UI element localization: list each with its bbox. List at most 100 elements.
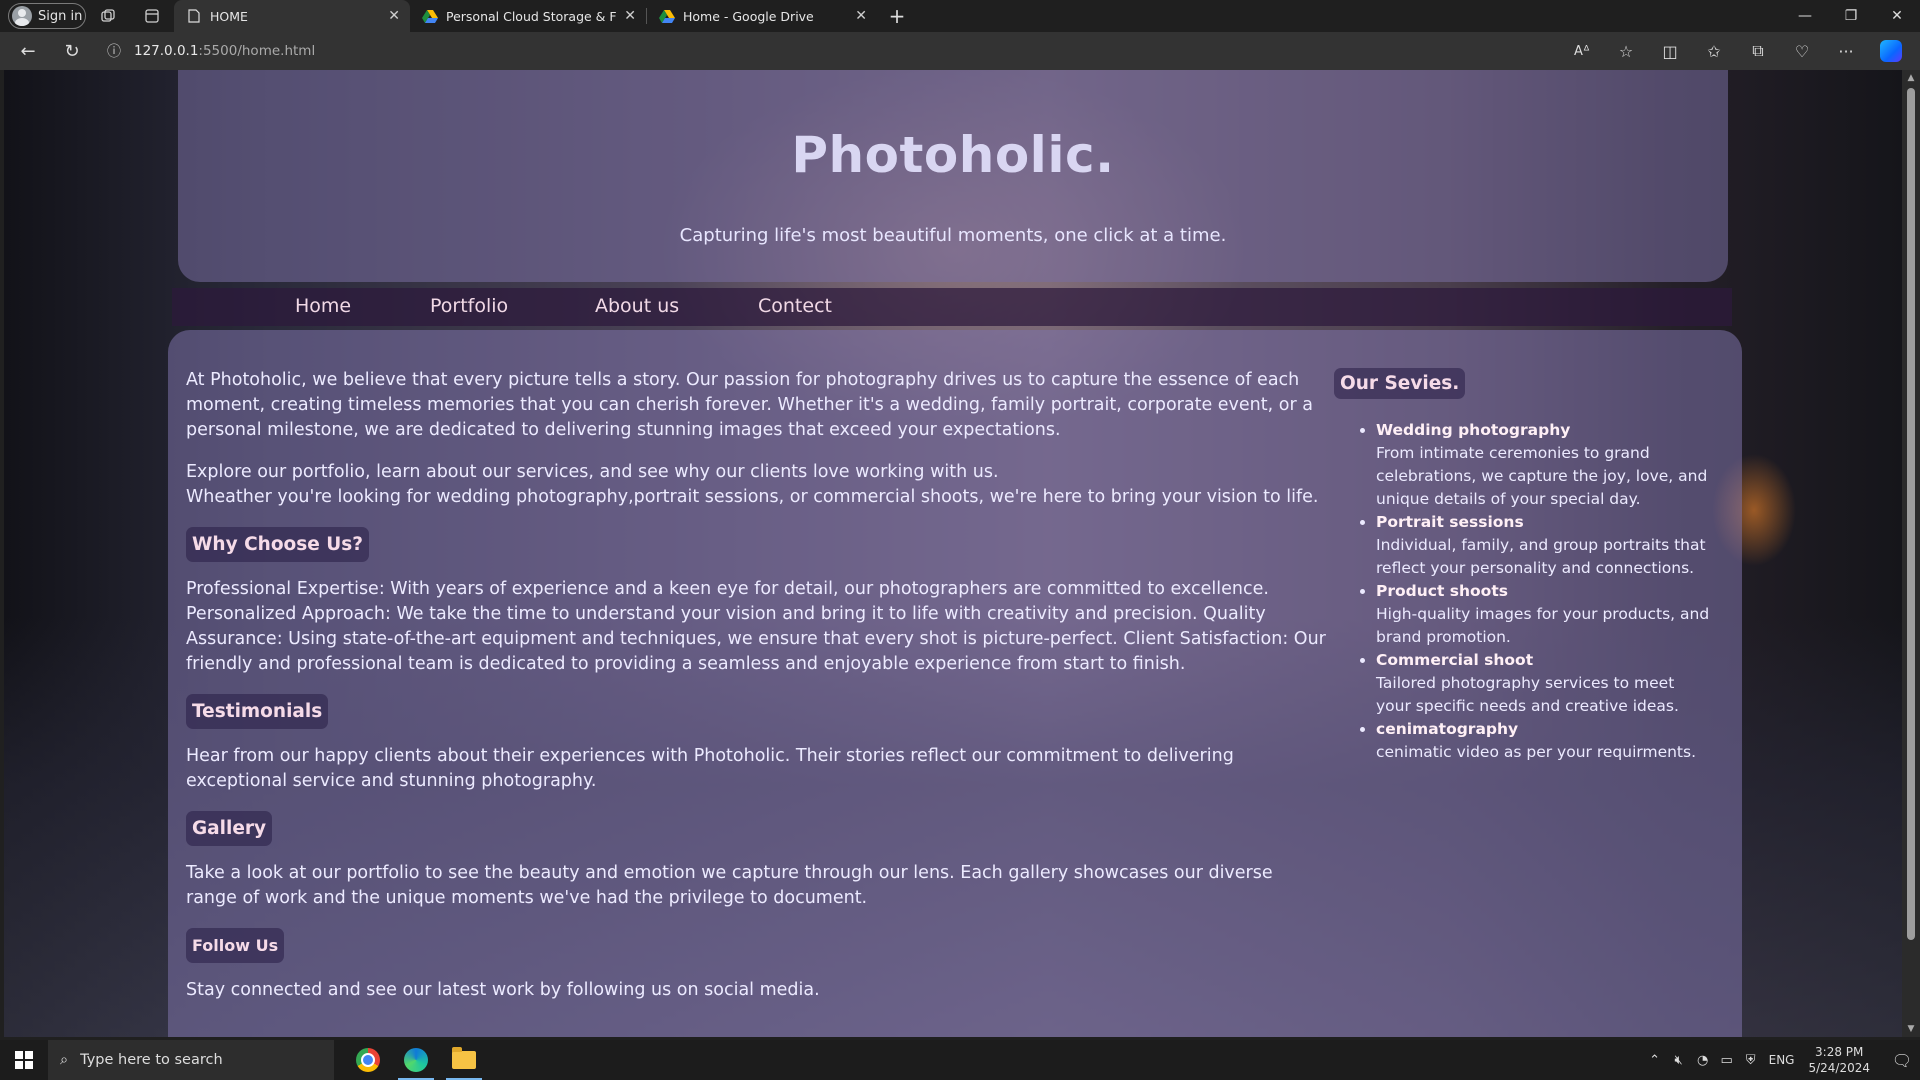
security-icon[interactable]: ⛨ [1739,1053,1763,1068]
site-title: Photoholic. [791,126,1115,184]
service-item: Product shoots High-quality images for yo… [1376,580,1714,649]
service-title: cenimatography [1376,720,1519,738]
close-icon[interactable]: ✕ [388,8,400,24]
edge-icon[interactable] [392,1040,440,1080]
tab-personal-cloud[interactable]: Personal Cloud Storage & File St ✕ [410,0,646,32]
profile-button[interactable]: Sign in [8,3,86,29]
clock-date: 5/24/2024 [1808,1061,1870,1075]
tab-google-drive[interactable]: Home - Google Drive ✕ [647,0,877,32]
service-desc: Individual, family, and group portraits … [1376,536,1706,577]
service-title: Portrait sessions [1376,513,1524,531]
service-item: cenimatography cenimatic video as per you… [1376,718,1714,764]
service-desc: From intimate ceremonies to grand celebr… [1376,444,1708,508]
volume-icon[interactable]: 🔇︎ [1667,1053,1691,1068]
drive-icon [659,8,675,24]
service-item: Commercial shoot Tailored photography ser… [1376,649,1714,718]
minimize-icon[interactable]: — [1782,0,1828,32]
plus-icon[interactable]: + [877,0,917,32]
services-heading: Our Sevies. [1334,368,1466,399]
profile-label: Sign in [38,8,83,24]
extensions-icon[interactable]: ♡ [1780,32,1824,70]
why-heading: Why Choose Us? [186,527,370,562]
favorites-icon[interactable]: ✩ [1692,32,1736,70]
service-desc: Tailored photography services to meet yo… [1376,674,1679,715]
more-icon[interactable]: ··· [1824,32,1868,70]
read-aloud-icon[interactable]: Aᐞ [1560,32,1604,70]
url-field[interactable]: ⓘ 127.0.0.1:5500/home.html [100,36,1520,66]
info-icon[interactable]: ⓘ [100,41,128,61]
page-icon [186,8,202,24]
tab-title: HOME [210,8,248,24]
services-list: Wedding photography From intimate ceremon… [1376,419,1714,764]
chrome-icon[interactable] [344,1040,392,1080]
collections-icon[interactable]: ⧉ [1736,32,1780,70]
taskbar-search[interactable]: ⌕ Type here to search [48,1040,334,1080]
tab-home[interactable]: HOME ✕ [174,0,410,32]
windows-icon[interactable] [0,1040,48,1080]
restore-icon[interactable]: ❐ [1828,0,1874,32]
window-controls: — ❐ ✕ [1782,0,1920,32]
intro-paragraph-2: Explore our portfolio, learn about our s… [186,460,1326,510]
chevron-up-icon[interactable]: ⌃ [1643,1053,1667,1068]
clock[interactable]: 3:28 PM 5/24/2024 [1808,1044,1870,1076]
site-tagline: Capturing life's most beautiful moments,… [679,225,1227,246]
intro-paragraph: At Photoholic, we believe that every pic… [186,370,1313,440]
service-title: Commercial shoot [1376,651,1534,669]
network-icon[interactable]: ◔ [1691,1053,1715,1068]
language-indicator[interactable]: ENG [1769,1053,1795,1067]
url-path: :5500/home.html [198,43,316,59]
site-header: Photoholic. Capturing life's most beauti… [178,70,1728,282]
profile-icon [12,6,32,26]
close-icon[interactable]: ✕ [624,8,636,24]
site-nav: Home Portfolio About us Contect [172,288,1732,326]
testimonials-heading: Testimonials [186,694,329,729]
star-icon[interactable]: ☆ [1604,32,1648,70]
scroll-up-icon[interactable]: ▲ [1902,70,1920,86]
split-screen-icon[interactable]: ◫ [1648,32,1692,70]
intro-line: Explore our portfolio, learn about our s… [186,462,999,482]
service-title: Wedding photography [1376,421,1571,439]
page-scrollbar[interactable]: ▲ ▼ [1902,70,1920,1037]
address-bar: ← ↻ ⓘ 127.0.0.1:5500/home.html Aᐞ ☆ ◫ ✩ … [0,32,1920,70]
service-title: Product shoots [1376,582,1508,600]
clock-time: 3:28 PM [1815,1045,1864,1059]
battery-icon[interactable]: ▭ [1715,1053,1739,1068]
back-icon[interactable]: ← [6,32,50,70]
tab-actions-icon[interactable] [130,0,174,32]
notification-icon[interactable]: 🗨︎ [1884,1051,1920,1070]
gallery-heading: Gallery [186,811,273,846]
toolbar-right: Aᐞ ☆ ◫ ✩ ⧉ ♡ ··· [1560,32,1914,70]
search-icon: ⌕ [60,1052,69,1068]
tab-title: Personal Cloud Storage & File St [446,8,616,24]
intro-line: Wheather you're looking for wedding phot… [186,487,1319,507]
nav-about-us[interactable]: About us [595,295,679,317]
follow-heading: Follow Us [186,928,285,963]
copilot-icon[interactable] [1880,40,1902,62]
scrollbar-thumb[interactable] [1907,88,1915,940]
close-icon[interactable]: ✕ [1874,0,1920,32]
gallery-text: Take a look at our portfolio to see the … [186,863,1273,908]
drive-icon [422,8,438,24]
service-item: Portrait sessions Individual, family, and… [1376,511,1714,580]
refresh-icon[interactable]: ↻ [50,32,94,70]
taskbar: ⌕ Type here to search ⌃ 🔇︎ ◔ ▭ ⛨ ENG 3:2… [0,1040,1920,1080]
services-panel: Our Sevies. Wedding photography From inti… [1334,368,1714,764]
url-host: 127.0.0.1 [134,43,199,59]
service-desc: cenimatic video as per your requirments. [1376,743,1697,761]
system-tray: ⌃ 🔇︎ ◔ ▭ ⛨ ENG 3:28 PM 5/24/2024 🗨︎ [1643,1040,1920,1080]
follow-text: Stay connected and see our latest work b… [186,980,820,1000]
search-placeholder: Type here to search [80,1052,223,1068]
service-desc: High-quality images for your products, a… [1376,605,1710,646]
nav-portfolio[interactable]: Portfolio [430,295,508,317]
tab-title: Home - Google Drive [683,8,814,24]
file-explorer-icon[interactable] [440,1040,488,1080]
testimonials-text: Hear from our happy clients about their … [186,746,1234,791]
scroll-down-icon[interactable]: ▼ [1902,1021,1920,1037]
service-item: Wedding photography From intimate ceremon… [1376,419,1714,511]
nav-home[interactable]: Home [295,295,351,317]
why-text: Professional Expertise: With years of ex… [186,579,1326,674]
workspaces-icon[interactable] [86,0,130,32]
close-icon[interactable]: ✕ [855,8,867,24]
nav-contect[interactable]: Contect [758,295,832,317]
tab-bar: Sign in HOME ✕ Personal Cloud Storage & … [0,0,1920,32]
